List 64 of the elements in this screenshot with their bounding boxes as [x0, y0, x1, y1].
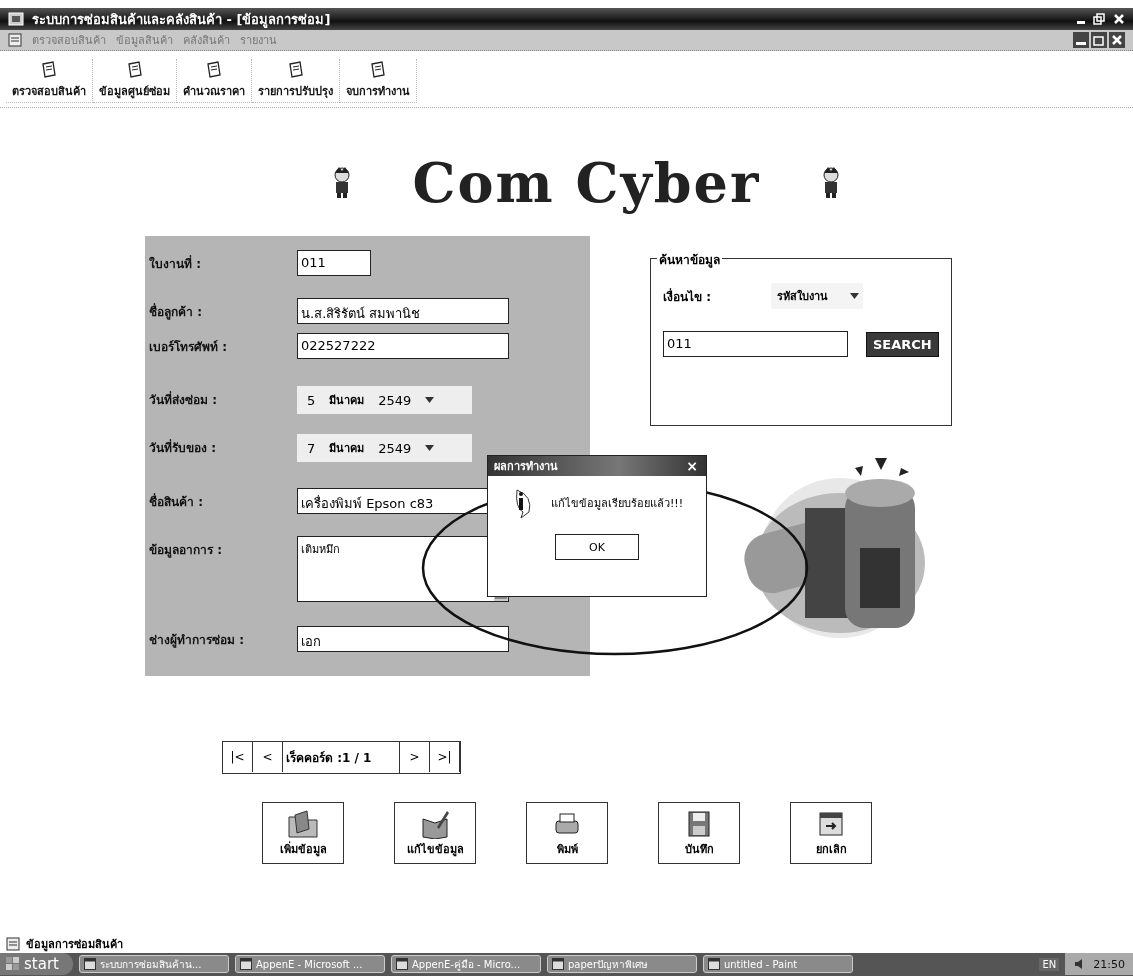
input-field[interactable]: 022527222: [297, 333, 509, 359]
dropdown-arrow-icon: [850, 293, 859, 299]
date-picker[interactable]: 7 มีนาคม 2549: [297, 434, 472, 462]
document-icon: [8, 33, 22, 47]
minimize-icon: [1073, 32, 1089, 48]
close-button[interactable]: ×: [684, 458, 700, 474]
minimize-icon: [1077, 21, 1085, 24]
restore-icon: [1093, 13, 1105, 25]
input-field[interactable]: น.ส.สิริรัตน์ สมพานิช: [297, 298, 509, 324]
dropdown-arrow-icon: [425, 445, 435, 451]
start-button[interactable]: start: [0, 953, 73, 975]
action-button[interactable]: พิมพ์: [526, 802, 608, 864]
notebook-icon: [205, 61, 223, 79]
field-label: ช่างผู้ทำการซ่อม :: [149, 632, 245, 649]
field-label: วันที่รับของ :: [149, 438, 217, 457]
close-icon: [1109, 32, 1125, 48]
window-title: ระบบการซ่อมสินค้าและคลังสินค้า - [ข้อมูลการซ่อม]: [32, 10, 331, 30]
action-button[interactable]: แก้ไขข้อมูล: [394, 802, 476, 864]
field-label: ชื่อสินค้า :: [149, 492, 204, 511]
dialog-message: แก้ไขข้อมูลเรียบร้อยแล้ว!!!: [550, 496, 684, 512]
date-picker[interactable]: 5 มีนาคม 2549: [297, 386, 472, 414]
field-label: ชื่อลูกค้า :: [149, 302, 203, 321]
field-label: เบอร์โทรศัพท์ :: [149, 339, 228, 356]
dialog-title: ผลการทำงาน: [494, 459, 558, 475]
toolbar-button[interactable]: คำนวณราคา: [177, 59, 252, 103]
language-indicator[interactable]: EN: [1039, 957, 1060, 971]
field-label: ใบงานที่ :: [149, 254, 202, 273]
ok-button[interactable]: OK: [555, 534, 639, 560]
document-icon: [6, 937, 20, 951]
notebook-icon: [125, 61, 144, 79]
window-icon: [707, 958, 720, 970]
action-button[interactable]: เพิ่มข้อมูล: [262, 802, 344, 864]
input-field[interactable]: 011: [297, 250, 371, 276]
toolbar-button[interactable]: ตรวจสอบสินค้า: [6, 59, 93, 103]
action-button[interactable]: บันทึก: [658, 802, 740, 864]
action-button[interactable]: ยกเลิก: [790, 802, 872, 864]
window-icon: [551, 958, 564, 970]
input-field[interactable]: เอก: [297, 626, 509, 652]
app-icon: [8, 11, 24, 27]
window-icon: [83, 958, 96, 970]
dropdown[interactable]: รหัสใบงาน: [771, 283, 863, 309]
search-field[interactable]: 011: [663, 331, 848, 357]
window-icon: [395, 958, 408, 970]
status-text: ข้อมูลการซ่อมสินค้า: [26, 937, 123, 953]
dropdown-arrow-icon: [425, 397, 435, 403]
notebook-icon: [40, 61, 58, 79]
folder-icon: [287, 808, 319, 839]
toolbar-button[interactable]: รายการปรับปรุง: [252, 59, 340, 103]
book-icon: [419, 808, 451, 839]
notebook-icon: [369, 61, 387, 79]
windows-logo-icon: [6, 957, 20, 971]
field-label: เงื่อนไข :: [663, 287, 712, 306]
search-button[interactable]: SEARCH: [866, 331, 939, 357]
group-title: ค้นหาข้อมูล: [657, 250, 722, 269]
notebook-icon: [286, 61, 305, 79]
restore-icon: [1091, 32, 1107, 48]
window-icon: [239, 958, 252, 970]
field-label: ข้อมูลอาการ :: [149, 542, 223, 559]
close-icon: [1113, 13, 1125, 25]
clock: 21:50: [1093, 957, 1125, 971]
toolbar-button[interactable]: จบการทำงาน: [340, 59, 417, 103]
field-label: วันที่ส่งซ่อม :: [149, 390, 218, 409]
logo-text: Com Cyber: [412, 151, 761, 215]
toolbar-button[interactable]: ข้อมูลศูนย์ซ่อม: [93, 59, 177, 103]
